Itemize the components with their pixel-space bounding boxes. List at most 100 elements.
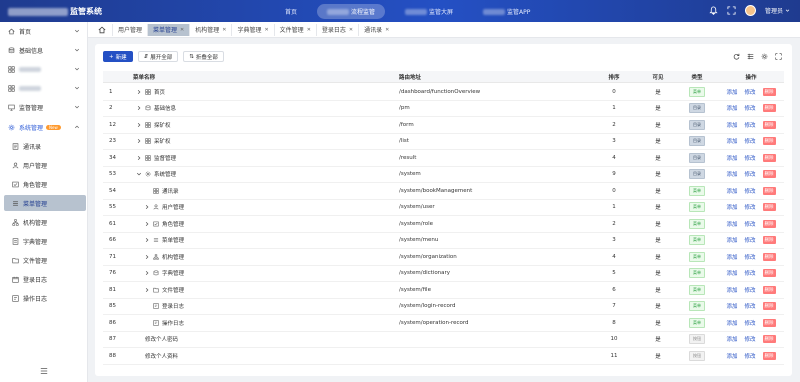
close-icon[interactable]: ✕ xyxy=(349,27,353,33)
delete-button[interactable]: 删除 xyxy=(762,236,776,245)
delete-button[interactable]: 删除 xyxy=(762,170,776,179)
edit-link[interactable]: 修改 xyxy=(745,154,756,162)
add-link[interactable]: 添加 xyxy=(726,187,737,195)
expand-row-icon[interactable] xyxy=(144,221,150,227)
edit-link[interactable]: 修改 xyxy=(745,137,756,145)
sidebar-item-dictionary[interactable]: 字典管理 xyxy=(4,233,86,249)
tab-home[interactable] xyxy=(96,22,108,38)
delete-button[interactable]: 删除 xyxy=(762,120,776,129)
top-nav-process[interactable]: 流程监管 xyxy=(317,4,386,19)
edit-link[interactable]: 修改 xyxy=(745,253,756,261)
sidebar-item-files[interactable]: 文件管理 xyxy=(4,252,86,268)
user-menu[interactable]: 管理员 xyxy=(765,6,790,15)
add-link[interactable]: 添加 xyxy=(726,121,737,129)
sidebar-item-operation-log[interactable]: 操作日志 xyxy=(4,290,86,306)
add-link[interactable]: 添加 xyxy=(726,335,737,343)
sidebar-item-supervision[interactable]: 监督管理 xyxy=(0,98,88,116)
edit-link[interactable]: 修改 xyxy=(745,269,756,277)
edit-link[interactable]: 修改 xyxy=(745,286,756,294)
expand-row-icon[interactable] xyxy=(144,270,150,276)
bell-icon[interactable] xyxy=(709,6,718,15)
delete-button[interactable]: 删除 xyxy=(762,302,776,311)
collapse-row-icon[interactable] xyxy=(136,171,142,177)
add-link[interactable]: 添加 xyxy=(726,319,737,327)
delete-button[interactable]: 删除 xyxy=(762,269,776,278)
add-link[interactable]: 添加 xyxy=(726,352,737,360)
delete-button[interactable]: 删除 xyxy=(762,203,776,212)
delete-button[interactable]: 删除 xyxy=(762,87,776,96)
expand-row-icon[interactable] xyxy=(144,204,150,210)
add-link[interactable]: 添加 xyxy=(726,286,737,294)
fullscreen-icon[interactable] xyxy=(727,6,736,15)
edit-link[interactable]: 修改 xyxy=(745,187,756,195)
sidebar-item-basic-info[interactable]: 基础信息 xyxy=(0,41,88,59)
edit-link[interactable]: 修改 xyxy=(745,170,756,178)
top-nav-bigscreen[interactable]: 监管大屏 xyxy=(395,4,463,19)
density-icon[interactable] xyxy=(747,53,754,60)
collapse-sidebar-icon[interactable] xyxy=(40,367,48,375)
tab-contacts[interactable]: 通讯录 ✕ xyxy=(358,23,394,36)
add-link[interactable]: 添加 xyxy=(726,236,737,244)
delete-button[interactable]: 删除 xyxy=(762,186,776,195)
expand-row-icon[interactable] xyxy=(144,287,150,293)
delete-button[interactable]: 删除 xyxy=(762,351,776,360)
app-brand[interactable]: 监管系统 xyxy=(8,6,102,17)
expand-row-icon[interactable] xyxy=(136,122,142,128)
sidebar-item-users[interactable]: 用户管理 xyxy=(4,157,86,173)
expand-row-icon[interactable] xyxy=(136,155,142,161)
fullscreen-icon[interactable] xyxy=(775,53,782,60)
delete-button[interactable]: 删除 xyxy=(762,252,776,261)
expand-row-icon[interactable] xyxy=(136,89,142,95)
delete-button[interactable]: 删除 xyxy=(762,104,776,113)
close-icon[interactable]: ✕ xyxy=(385,27,389,33)
sidebar-item-menus[interactable]: 菜单管理 xyxy=(4,195,86,211)
edit-link[interactable]: 修改 xyxy=(745,319,756,327)
add-link[interactable]: 添加 xyxy=(726,203,737,211)
column-settings-icon[interactable] xyxy=(761,53,768,60)
close-icon[interactable]: ✕ xyxy=(264,27,268,33)
close-icon[interactable]: ✕ xyxy=(307,27,311,33)
refresh-icon[interactable] xyxy=(733,53,740,60)
add-link[interactable]: 添加 xyxy=(726,220,737,228)
sidebar-item-contacts[interactable]: 通讯录 xyxy=(4,138,86,154)
close-icon[interactable]: ✕ xyxy=(222,27,226,33)
add-link[interactable]: 添加 xyxy=(726,269,737,277)
edit-link[interactable]: 修改 xyxy=(745,104,756,112)
sidebar-item-redacted-2[interactable] xyxy=(0,79,88,97)
expand-row-icon[interactable] xyxy=(144,237,150,243)
delete-button[interactable]: 删除 xyxy=(762,318,776,327)
add-link[interactable]: 添加 xyxy=(726,88,737,96)
edit-link[interactable]: 修改 xyxy=(745,236,756,244)
new-button[interactable]: + 新建 xyxy=(103,51,133,62)
sidebar-item-roles[interactable]: 角色管理 xyxy=(4,176,86,192)
tab-files[interactable]: 文件管理 ✕ xyxy=(273,23,316,36)
expand-row-icon[interactable] xyxy=(144,254,150,260)
edit-link[interactable]: 修改 xyxy=(745,220,756,228)
delete-button[interactable]: 删除 xyxy=(762,137,776,146)
tab-organizations[interactable]: 机构管理 ✕ xyxy=(189,23,231,36)
sidebar-item-organizations[interactable]: 机构管理 xyxy=(4,214,86,230)
delete-button[interactable]: 删除 xyxy=(762,335,776,344)
sidebar-item-redacted-1[interactable] xyxy=(0,60,88,78)
edit-link[interactable]: 修改 xyxy=(745,88,756,96)
add-link[interactable]: 添加 xyxy=(726,137,737,145)
tab-menus[interactable]: 菜单管理 ✕ xyxy=(147,23,190,36)
sidebar-item-home[interactable]: 首页 xyxy=(0,22,88,40)
add-link[interactable]: 添加 xyxy=(726,253,737,261)
expand-row-icon[interactable] xyxy=(136,105,142,111)
delete-button[interactable]: 删除 xyxy=(762,285,776,294)
delete-button[interactable]: 删除 xyxy=(762,153,776,162)
sidebar-item-system[interactable]: 系统管理 New xyxy=(0,118,88,136)
edit-link[interactable]: 修改 xyxy=(745,203,756,211)
sidebar-item-login-log[interactable]: 登录日志 xyxy=(4,271,86,287)
edit-link[interactable]: 修改 xyxy=(745,335,756,343)
top-nav-app[interactable]: 监管APP xyxy=(473,4,540,19)
expand-row-icon[interactable] xyxy=(136,138,142,144)
delete-button[interactable]: 删除 xyxy=(762,219,776,228)
add-link[interactable]: 添加 xyxy=(726,154,737,162)
close-icon[interactable]: ✕ xyxy=(180,27,184,33)
collapse-all-button[interactable]: ⇅ 折叠全部 xyxy=(183,51,224,62)
edit-link[interactable]: 修改 xyxy=(745,302,756,310)
add-link[interactable]: 添加 xyxy=(726,302,737,310)
tab-users[interactable]: 用户管理 xyxy=(112,23,147,36)
